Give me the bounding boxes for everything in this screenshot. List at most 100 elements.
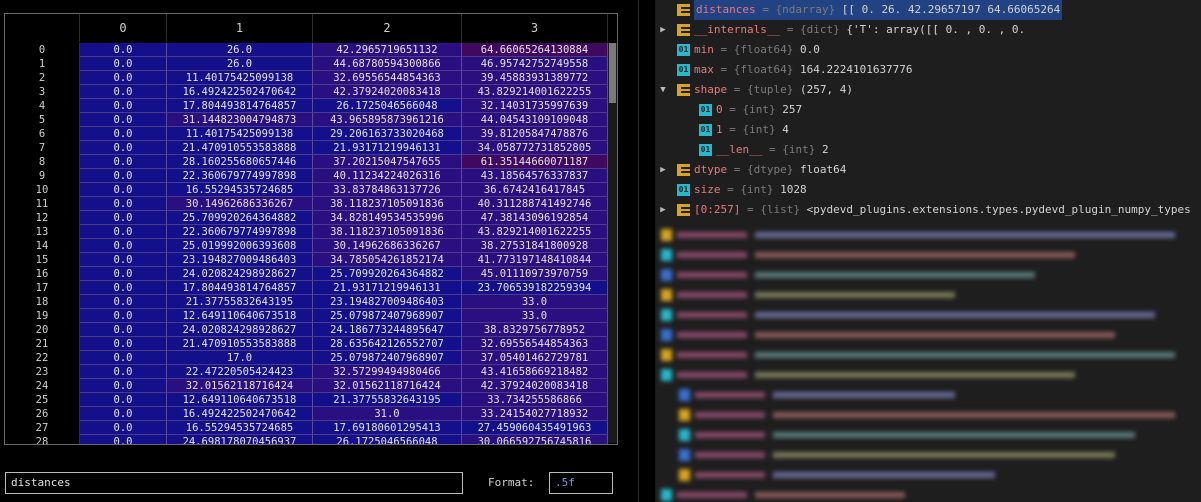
variable-row[interactable]: distances = {ndarray} [[ 0. 26. 42.29657… [655,0,1201,20]
table-cell[interactable]: 32.69556544854363 [462,337,608,351]
table-cell[interactable]: 25.019992006393608 [167,239,313,253]
table-cell[interactable]: 43.965895873961216 [313,113,462,127]
variable-row[interactable]: ▶ __internals__ = {dict} {'T': array([[ 0… [655,20,1201,40]
table-cell[interactable]: 0.0 [80,267,167,281]
table-cell[interactable]: 25.079872407968907 [313,351,462,365]
table-cell[interactable]: 22.47220505424423 [167,365,313,379]
table-cell[interactable]: 22.360679774997898 [167,169,313,183]
table-cell[interactable]: 0.0 [80,393,167,407]
column-header-cell[interactable]: 1 [167,14,313,42]
variable-row[interactable]: 01 max = {float64} 164.2224101637776 [655,60,1201,80]
table-cell[interactable]: 61.35144660071187 [462,155,608,169]
table-cell[interactable]: 26.0 [167,57,313,71]
table-cell[interactable]: 33.83784863137726 [313,183,462,197]
table-cell[interactable]: 0.0 [80,169,167,183]
table-cell[interactable]: 40.11234224026316 [313,169,462,183]
table-cell[interactable]: 12.649110640673518 [167,309,313,323]
table-cell[interactable]: 26.1725046566048 [313,99,462,113]
table-cell[interactable]: 30.066592756745816 [462,435,608,444]
table-cell[interactable]: 22.360679774997898 [167,225,313,239]
variable-row[interactable]: ▶ [0:257] = {list} <pydevd_plugins.extens… [655,200,1201,220]
table-cell[interactable]: 0.0 [80,323,167,337]
table-cell[interactable]: 32.69556544854363 [313,71,462,85]
table-cell[interactable]: 17.0 [167,351,313,365]
table-cell[interactable]: 43.829214001622255 [462,85,608,99]
variable-row[interactable]: 01 __len__ = {int} 2 [655,140,1201,160]
collapse-arrow-icon[interactable]: ▼ [658,80,668,100]
table-cell[interactable]: 0.0 [80,127,167,141]
table-cell[interactable]: 0.0 [80,43,167,57]
table-cell[interactable]: 0.0 [80,253,167,267]
table-cell[interactable]: 27.459060435491963 [462,421,608,435]
column-header-cell[interactable]: 0 [80,14,167,42]
table-cell[interactable]: 38.8329756778952 [462,323,608,337]
table-cell[interactable]: 0.0 [80,365,167,379]
table-cell[interactable]: 45.01110973970759 [462,267,608,281]
table-cell[interactable]: 0.0 [80,309,167,323]
table-cell[interactable]: 33.24154027718932 [462,407,608,421]
table-cell[interactable]: 25.709920264364882 [167,211,313,225]
table-cell[interactable]: 26.0 [167,43,313,57]
table-cell[interactable]: 38.27531841800928 [462,239,608,253]
variable-row[interactable]: 01 0 = {int} 257 [655,100,1201,120]
table-cell[interactable]: 0.0 [80,421,167,435]
table-cell[interactable]: 26.1725046566048 [313,435,462,444]
table-cell[interactable]: 21.37755832643195 [167,295,313,309]
table-cell[interactable]: 34.828149534535996 [313,211,462,225]
table-cell[interactable]: 42.37924020083418 [313,85,462,99]
table-cell[interactable]: 64.66065264130884 [462,43,608,57]
table-cell[interactable]: 0.0 [80,337,167,351]
table-cell[interactable]: 42.37924020083418 [462,379,608,393]
table-cell[interactable]: 0.0 [80,183,167,197]
variable-row[interactable]: 01 min = {float64} 0.0 [655,40,1201,60]
panel-divider[interactable] [638,0,656,502]
table-cell[interactable]: 32.57299494980466 [313,365,462,379]
table-cell[interactable]: 0.0 [80,197,167,211]
table-cell[interactable]: 17.804493814764857 [167,281,313,295]
table-cell[interactable]: 11.40175425099138 [167,71,313,85]
table-cell[interactable]: 23.194827009486403 [167,253,313,267]
table-cell[interactable]: 23.706539182259394 [462,281,608,295]
table-cell[interactable]: 37.20215047547655 [313,155,462,169]
table-cell[interactable]: 28.160255680657446 [167,155,313,169]
format-field[interactable]: .5f [549,472,613,494]
table-cell[interactable]: 24.020824298928627 [167,323,313,337]
column-header-cell[interactable]: 3 [462,14,608,42]
table-cell[interactable]: 0.0 [80,225,167,239]
table-cell[interactable]: 0.0 [80,57,167,71]
table-cell[interactable]: 12.649110640673518 [167,393,313,407]
table-cell[interactable]: 24.020824298928627 [167,267,313,281]
table-cell[interactable]: 33.734255586866 [462,393,608,407]
table-cell[interactable]: 21.470910553583888 [167,337,313,351]
table-cell[interactable]: 21.93171219946131 [313,141,462,155]
expand-arrow-icon[interactable]: ▶ [658,160,668,180]
table-cell[interactable]: 38.118237105091836 [313,225,462,239]
table-cell[interactable]: 0.0 [80,239,167,253]
table-cell[interactable]: 36.6742416417845 [462,183,608,197]
table-cell[interactable]: 0.0 [80,351,167,365]
table-cell[interactable]: 11.40175425099138 [167,127,313,141]
expand-arrow-icon[interactable]: ▶ [658,20,668,40]
column-header-cell[interactable]: 2 [313,14,462,42]
variable-row[interactable]: 01 1 = {int} 4 [655,120,1201,140]
table-cell[interactable]: 0.0 [80,71,167,85]
table-cell[interactable]: 28.635642126552707 [313,337,462,351]
table-cell[interactable]: 32.01562118716424 [167,379,313,393]
table-cell[interactable]: 0.0 [80,295,167,309]
table-cell[interactable]: 0.0 [80,379,167,393]
table-cell[interactable]: 0.0 [80,155,167,169]
table-cell[interactable]: 31.0 [313,407,462,421]
table-cell[interactable]: 0.0 [80,435,167,444]
grid-scrollbar[interactable] [608,43,617,443]
expand-arrow-icon[interactable]: ▶ [658,200,668,220]
table-cell[interactable]: 17.804493814764857 [167,99,313,113]
table-cell[interactable]: 23.194827009486403 [313,295,462,309]
array-name-field[interactable]: distances [5,472,463,494]
table-cell[interactable]: 0.0 [80,141,167,155]
variable-row[interactable]: ▼ shape = {tuple} (257, 4) [655,80,1201,100]
table-cell[interactable]: 43.18564576337837 [462,169,608,183]
table-cell[interactable]: 25.709920264364882 [313,267,462,281]
table-cell[interactable]: 25.079872407968907 [313,309,462,323]
table-cell[interactable]: 33.0 [462,295,608,309]
table-cell[interactable]: 34.785054261852174 [313,253,462,267]
